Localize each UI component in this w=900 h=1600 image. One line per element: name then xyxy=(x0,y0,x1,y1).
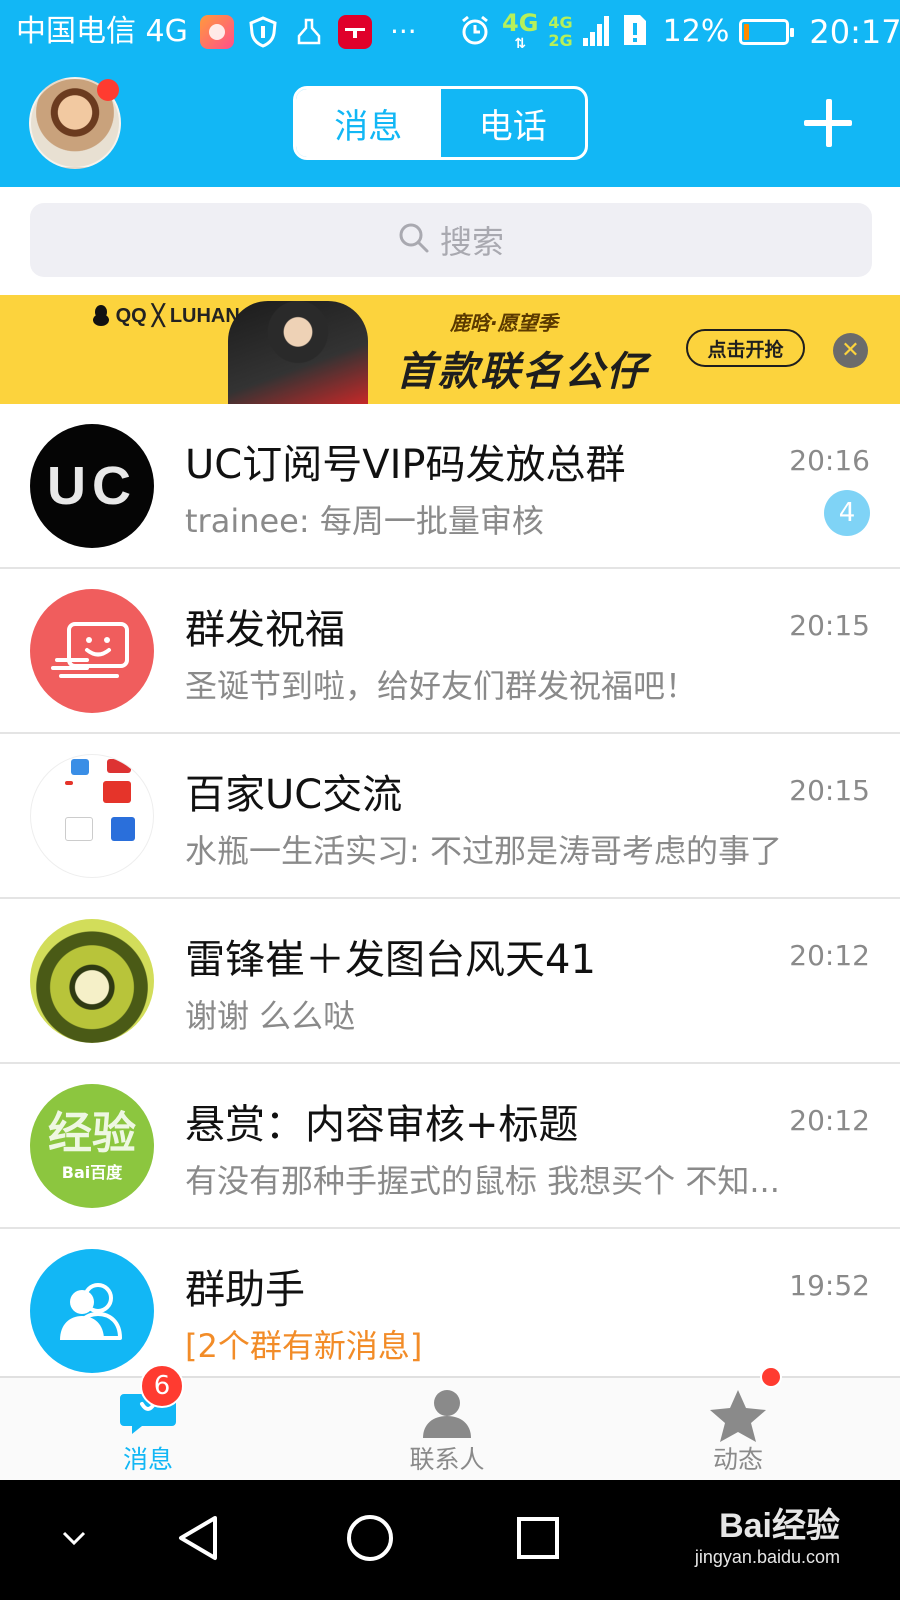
taobao-mini-app-icon xyxy=(200,15,234,49)
contact-person-icon xyxy=(417,1388,477,1442)
battery-icon xyxy=(739,19,795,45)
penguin-icon xyxy=(92,305,116,327)
add-plus-button[interactable] xyxy=(800,95,856,151)
bless-chat-icon xyxy=(30,589,154,713)
app-tile-icon xyxy=(111,817,135,841)
conversation-row[interactable]: 群发祝福 20:15 圣诞节到啦，给好友们群发祝福吧！ xyxy=(0,569,900,734)
conversation-title: 悬赏：内容审核+标题 xyxy=(185,1102,579,1148)
back-button[interactable] xyxy=(138,1480,258,1600)
conversation-time: 20:16 xyxy=(789,444,870,477)
conversation-title: 雷锋崔＋发图台风天41 xyxy=(185,937,596,983)
status-bar: 中国电信 4G ··· 4G ⇅ 4G 2G 12% 20:17 xyxy=(0,0,900,64)
conversation-list: UC UC订阅号VIP码发放总群 20:16 trainee: 每周一批量审核 … xyxy=(0,404,900,1376)
banner-subtitle: 鹿晗·愿望季 xyxy=(450,311,558,335)
top-header: 中国电信 4G ··· 4G ⇅ 4G 2G 12% 20:17 消息 电话 xyxy=(0,0,900,187)
unread-count-badge: 4 xyxy=(824,490,870,536)
conversation-title: UC订阅号VIP码发放总群 xyxy=(185,442,626,488)
conversation-row[interactable]: UC UC订阅号VIP码发放总群 20:16 trainee: 每周一批量审核 … xyxy=(0,404,900,569)
conversation-title: 百家UC交流 xyxy=(185,772,403,818)
conversation-preview: [2个群有新消息] xyxy=(185,1327,423,1365)
conversation-time: 20:15 xyxy=(789,609,870,642)
tab-messages[interactable]: 消息 xyxy=(296,89,441,157)
tab-calls[interactable]: 电话 xyxy=(441,89,586,157)
bottom-tab-bar: 6 消息 联系人 动态 xyxy=(0,1364,900,1482)
carrier-label: 中国电信 4G xyxy=(16,14,188,49)
recents-button[interactable] xyxy=(478,1480,598,1600)
star-icon xyxy=(708,1388,768,1448)
back-triangle-icon xyxy=(175,1514,221,1566)
app-tile-icon xyxy=(103,781,131,803)
messages-badge: 6 xyxy=(140,1364,184,1408)
home-button[interactable] xyxy=(310,1480,430,1600)
group-helper-icon xyxy=(30,1249,154,1373)
sim-alert-icon xyxy=(621,12,649,52)
group-avatar-jingyan: 经验 Bai百度 xyxy=(30,1084,154,1208)
alarm-icon xyxy=(458,13,492,51)
moments-notification-dot xyxy=(760,1366,782,1388)
conversation-preview: trainee: 每周一批量审核 xyxy=(185,502,544,540)
app-tile-icon xyxy=(71,759,89,775)
conversation-preview: 谢谢 么么哒 xyxy=(185,997,356,1035)
conversation-time: 20:12 xyxy=(789,1104,870,1137)
tab-messages-bottom[interactable]: 6 消息 xyxy=(68,1364,228,1482)
banner-headline: 首款联名公仔 xyxy=(396,349,648,395)
banner-brand: QQ ╳ LUHAN xyxy=(92,303,240,328)
conversation-preview: 圣诞节到啦，给好友们群发祝福吧！ xyxy=(185,667,698,705)
tab-contacts[interactable]: 联系人 xyxy=(367,1378,527,1482)
banner-person-image xyxy=(228,301,368,404)
more-notifications-icon: ··· xyxy=(390,15,417,48)
signal-icon xyxy=(582,14,611,50)
clock: 20:17 xyxy=(809,13,900,51)
tab-label: 消息 xyxy=(122,1445,173,1474)
home-circle-icon xyxy=(345,1513,395,1567)
app-tile-icon xyxy=(65,781,73,785)
conversation-row[interactable]: 群助手 19:52 [2个群有新消息] xyxy=(0,1229,900,1376)
app-tile-icon xyxy=(65,817,93,841)
shield-app-icon xyxy=(246,15,280,49)
conversation-time: 20:15 xyxy=(789,774,870,807)
search-icon xyxy=(398,222,430,258)
tmall-app-icon xyxy=(338,15,372,49)
conversation-row[interactable]: 雷锋崔＋发图台风天41 20:12 谢谢 么么哒 xyxy=(0,899,900,1064)
notification-icons: ··· xyxy=(200,14,417,50)
tab-label: 动态 xyxy=(712,1445,763,1474)
app-tile-icon xyxy=(107,759,131,773)
cleaner-app-icon xyxy=(292,15,326,49)
battery-percent: 12% xyxy=(662,14,730,49)
battery-level-fill xyxy=(744,24,750,40)
banner-close-button[interactable]: ✕ xyxy=(833,333,868,368)
avatar-notification-dot xyxy=(97,79,119,101)
banner-cta-button[interactable]: 点击开抢 xyxy=(686,329,805,367)
hide-keyboard-button[interactable] xyxy=(14,1480,134,1600)
close-icon: ✕ xyxy=(841,338,860,363)
network-dual-indicator: 4G 2G xyxy=(548,13,573,50)
search-placeholder: 搜索 xyxy=(439,223,504,261)
search-bar[interactable]: 搜索 xyxy=(30,203,872,277)
group-avatar-baijia xyxy=(30,754,154,878)
group-avatar-skull xyxy=(30,919,154,1043)
chevron-down-icon xyxy=(60,1529,88,1551)
baidu-jingyan-watermark: Bai经验 jingyan.baidu.com xyxy=(694,1507,840,1567)
status-right: 4G ⇅ 4G 2G 12% 20:17 xyxy=(458,8,900,56)
conversation-row[interactable]: 经验 Bai百度 悬赏：内容审核+标题 20:12 有没有那种手握式的鼠标 我想… xyxy=(0,1064,900,1229)
conversation-preview: 有没有那种手握式的鼠标 我想买个 不知... xyxy=(185,1162,780,1200)
recents-square-icon xyxy=(515,1515,561,1565)
conversation-time: 20:12 xyxy=(789,939,870,972)
group-avatar-uc: UC xyxy=(30,424,154,548)
tab-moments[interactable]: 动态 xyxy=(658,1366,818,1482)
conversation-preview: 水瓶一生活实习: 不过那是涛哥考虑的事了 xyxy=(185,832,782,870)
conversation-time: 19:52 xyxy=(789,1269,870,1302)
conversation-title: 群发祝福 xyxy=(185,607,345,653)
conversation-row[interactable]: 百家UC交流 20:15 水瓶一生活实习: 不过那是涛哥考虑的事了 xyxy=(0,734,900,899)
system-nav-bar: Bai经验 jingyan.baidu.com xyxy=(0,1480,900,1600)
promo-banner[interactable]: QQ ╳ LUHAN 鹿晗·愿望季 首款联名公仔 点击开抢 ✕ xyxy=(0,295,900,404)
conversation-title: 群助手 xyxy=(185,1267,305,1313)
network-4g-indicator: 4G ⇅ xyxy=(502,9,539,52)
tab-label: 联系人 xyxy=(409,1445,485,1474)
header-tab-switch: 消息 电话 xyxy=(293,86,588,160)
